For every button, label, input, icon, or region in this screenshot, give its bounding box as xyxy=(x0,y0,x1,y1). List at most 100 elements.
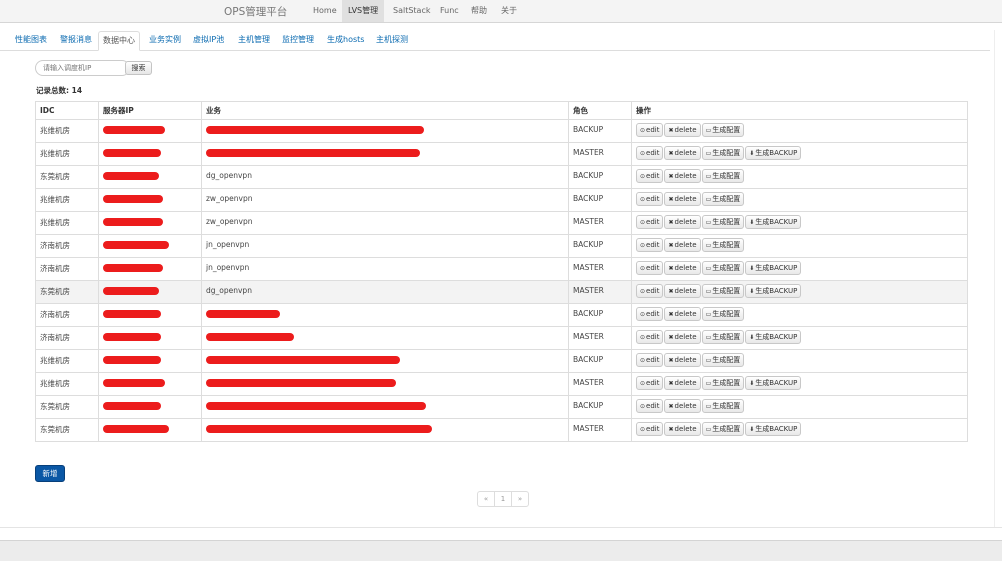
generate-backup-button[interactable]: ⬇生成BACKUP xyxy=(745,330,802,344)
close-icon: ✖ xyxy=(668,288,674,295)
generate-config-button-label: 生成配置 xyxy=(712,218,741,226)
nav-home[interactable]: Home xyxy=(307,0,343,22)
tab-data-center[interactable]: 数据中心 xyxy=(98,31,140,51)
delete-button[interactable]: ✖delete xyxy=(664,261,701,275)
tab-performance-charts[interactable]: 性能图表 xyxy=(11,31,51,49)
tab-business-instances[interactable]: 业务实例 xyxy=(145,31,185,49)
delete-button[interactable]: ✖delete xyxy=(664,169,701,183)
edit-button-label: edit xyxy=(646,149,660,157)
generate-config-button[interactable]: ▭生成配置 xyxy=(701,261,745,275)
nav-saltstack[interactable]: SaltStack xyxy=(387,0,437,22)
pagination-next[interactable]: » xyxy=(512,492,528,506)
delete-button-label: delete xyxy=(674,287,697,295)
generate-backup-button[interactable]: ⬇生成BACKUP xyxy=(745,422,802,436)
delete-button[interactable]: ✖delete xyxy=(664,284,701,298)
edit-button[interactable]: ⊙edit xyxy=(636,422,664,436)
delete-button[interactable]: ✖delete xyxy=(664,353,701,367)
edit-button[interactable]: ⊙edit xyxy=(636,376,664,390)
brand-title[interactable]: OPS管理平台 xyxy=(224,4,287,19)
cell-actions: ⊙edit ✖delete ▭生成配置 ⬇生成BACKUP xyxy=(631,142,968,166)
edit-button[interactable]: ⊙edit xyxy=(636,192,664,206)
generate-backup-button[interactable]: ⬇生成BACKUP xyxy=(745,376,802,390)
generate-backup-button[interactable]: ⬇生成BACKUP xyxy=(745,261,802,275)
generate-config-button[interactable]: ▭生成配置 xyxy=(701,399,745,413)
tab-host-probe[interactable]: 主机探测 xyxy=(372,31,412,49)
edit-button[interactable]: ⊙edit xyxy=(636,307,664,321)
edit-button[interactable]: ⊙edit xyxy=(636,353,664,367)
delete-button[interactable]: ✖delete xyxy=(664,399,701,413)
tab-host-management[interactable]: 主机管理 xyxy=(234,31,274,49)
table-row: 东莞机房 dg_openvpn BACKUP ⊙edit ✖delete ▭生成配置 xyxy=(35,165,968,189)
generate-config-button[interactable]: ▭生成配置 xyxy=(701,215,745,229)
download-arrow-icon: ⬇ xyxy=(749,334,755,341)
cell-business xyxy=(201,326,569,350)
edit-button[interactable]: ⊙edit xyxy=(636,123,664,137)
edit-button[interactable]: ⊙edit xyxy=(636,146,664,160)
delete-button-label: delete xyxy=(674,126,697,134)
edit-button[interactable]: ⊙edit xyxy=(636,215,664,229)
pagination-page-1[interactable]: 1 xyxy=(495,492,512,506)
generate-config-button[interactable]: ▭生成配置 xyxy=(701,238,745,252)
delete-button[interactable]: ✖delete xyxy=(664,146,701,160)
cell-server-ip xyxy=(98,326,202,350)
delete-button[interactable]: ✖delete xyxy=(664,376,701,390)
edit-button[interactable]: ⊙edit xyxy=(636,330,664,344)
generate-config-button[interactable]: ▭生成配置 xyxy=(701,284,745,298)
cell-actions: ⊙edit ✖delete ▭生成配置 ⬇生成BACKUP xyxy=(631,372,968,396)
tab-virtual-ip-pool[interactable]: 虚拟IP池 xyxy=(189,31,228,49)
edit-button[interactable]: ⊙edit xyxy=(636,261,664,275)
redaction-mark xyxy=(103,218,163,226)
pagination-prev[interactable]: « xyxy=(478,492,495,506)
edit-button[interactable]: ⊙edit xyxy=(636,238,664,252)
tab-generate-hosts[interactable]: 生成hosts xyxy=(323,31,368,49)
tab-monitor-management[interactable]: 监控管理 xyxy=(278,31,318,49)
redaction-mark xyxy=(103,172,159,180)
cell-server-ip xyxy=(98,234,202,258)
tab-alert-messages[interactable]: 警报消息 xyxy=(56,31,96,49)
search-button[interactable]: 搜索 xyxy=(125,61,152,75)
folder-open-icon: ▭ xyxy=(705,196,712,203)
generate-backup-button[interactable]: ⬇生成BACKUP xyxy=(745,146,802,160)
generate-config-button[interactable]: ▭生成配置 xyxy=(701,123,745,137)
generate-config-button[interactable]: ▭生成配置 xyxy=(701,422,745,436)
generate-config-button[interactable]: ▭生成配置 xyxy=(701,376,745,390)
business-name: zw_openvpn xyxy=(206,217,253,226)
redaction-mark xyxy=(103,149,161,157)
generate-config-button[interactable]: ▭生成配置 xyxy=(701,307,745,321)
generate-config-button[interactable]: ▭生成配置 xyxy=(701,353,745,367)
generate-backup-button[interactable]: ⬇生成BACKUP xyxy=(745,215,802,229)
delete-button[interactable]: ✖delete xyxy=(664,238,701,252)
delete-button[interactable]: ✖delete xyxy=(664,422,701,436)
delete-button[interactable]: ✖delete xyxy=(664,123,701,137)
edit-icon: ⊙ xyxy=(640,265,646,272)
nav-help[interactable]: 帮助 xyxy=(465,0,493,22)
table-row: 东莞机房 BACKUP ⊙edit ✖delete ▭生成配置 xyxy=(35,395,968,419)
cell-role: BACKUP xyxy=(568,165,632,189)
generate-config-button-label: 生成配置 xyxy=(712,310,741,318)
nav-about[interactable]: 关于 xyxy=(495,0,523,22)
generate-config-button[interactable]: ▭生成配置 xyxy=(701,146,745,160)
cell-idc: 兆维机房 xyxy=(35,211,99,235)
generate-config-button[interactable]: ▭生成配置 xyxy=(701,169,745,183)
delete-button[interactable]: ✖delete xyxy=(664,215,701,229)
generate-config-button[interactable]: ▭生成配置 xyxy=(701,192,745,206)
edit-button-label: edit xyxy=(646,310,660,318)
delete-button-label: delete xyxy=(674,379,697,387)
delete-button[interactable]: ✖delete xyxy=(664,330,701,344)
scheduler-ip-search-input[interactable] xyxy=(35,60,130,76)
edit-button[interactable]: ⊙edit xyxy=(636,399,664,413)
edit-button[interactable]: ⊙edit xyxy=(636,284,664,298)
edit-button[interactable]: ⊙edit xyxy=(636,169,664,183)
cell-business: jn_openvpn xyxy=(201,234,569,258)
delete-button[interactable]: ✖delete xyxy=(664,192,701,206)
cell-business xyxy=(201,418,569,442)
generate-config-button[interactable]: ▭生成配置 xyxy=(701,330,745,344)
add-new-button[interactable]: 新增 xyxy=(35,465,65,482)
generate-backup-button[interactable]: ⬇生成BACKUP xyxy=(745,284,802,298)
delete-button[interactable]: ✖delete xyxy=(664,307,701,321)
table-row: 兆维机房 MASTER ⊙edit ✖delete ▭生成配置 ⬇生成BACKUP xyxy=(35,372,968,396)
redaction-mark xyxy=(206,310,280,318)
nav-func[interactable]: Func xyxy=(434,0,465,22)
nav-lvs-manage[interactable]: LVS管理 xyxy=(342,0,385,22)
table-row: 东莞机房 MASTER ⊙edit ✖delete ▭生成配置 ⬇生成BACKUP xyxy=(35,418,968,442)
